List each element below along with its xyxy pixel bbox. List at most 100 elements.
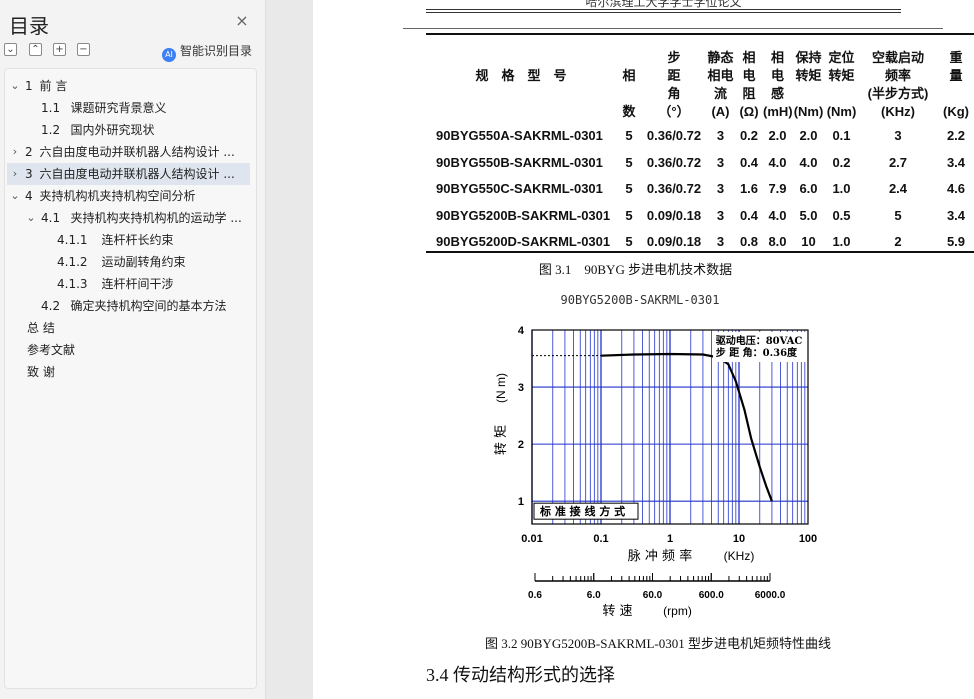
- toc-item[interactable]: 总 结: [7, 317, 250, 339]
- smart-toc-button[interactable]: AI 智能识别目录: [162, 42, 252, 62]
- table-cell: 4.0: [768, 154, 787, 170]
- header-rule: [426, 12, 901, 13]
- table-row: 90BYG550B-SAKRML-0301 5 0.36/0.72 3 0.4 4.0 4.…: [426, 150, 974, 176]
- table-cell: 5.9: [946, 234, 966, 249]
- toc-item-label: 运动副转角约束: [101, 255, 186, 269]
- table-header-cell: 相 电 阻 (Ω): [739, 50, 759, 119]
- table-cell: 4.0: [768, 207, 787, 223]
- expand-up-icon[interactable]: ⌃: [29, 43, 42, 56]
- toc-item[interactable]: 1.1 课题研究背景意义: [7, 97, 250, 119]
- toc-item[interactable]: 参考文献: [7, 339, 250, 361]
- table-cell: 2: [894, 234, 902, 249]
- toc-item[interactable]: 4.2 确定夹持机构空间的基本方法: [7, 295, 250, 317]
- y-axis-label: 转 矩: [494, 425, 509, 455]
- add-heading-icon[interactable]: +: [53, 43, 66, 56]
- table-cell: 1.0: [832, 181, 851, 196]
- table-caption: 图 3.1 90BYG 步进电机技术数据: [538, 262, 733, 277]
- toc-item[interactable]: ⌄ 4 夹持机构机夹持机构空间分析: [7, 185, 250, 207]
- table-cell: 8.0: [768, 234, 787, 249]
- table-cell-model: 90BYG550B-SAKRML-0301: [436, 154, 603, 170]
- header-rule: [403, 28, 943, 29]
- toc-item[interactable]: ⌄ 1 前 言: [7, 75, 250, 97]
- annotation-text: 步 距 角：0.36度: [716, 346, 798, 359]
- table-cell: 5: [625, 234, 633, 249]
- remove-heading-icon[interactable]: −: [77, 43, 90, 56]
- table-cell: 5: [625, 207, 633, 223]
- toc-item-number: 4.1.3: [57, 277, 88, 291]
- rpm-tick-label: 60.0: [643, 590, 663, 601]
- toc-item-label: 连杆杆长约束: [101, 233, 174, 247]
- toc-item-number: 4.1: [41, 211, 61, 225]
- chevron-right-icon[interactable]: ›: [9, 141, 21, 163]
- rpm-tick-label: 600.0: [699, 590, 724, 601]
- table-cell: 0.36/0.72: [646, 128, 702, 143]
- y-tick-label: 1: [518, 496, 524, 508]
- running-header: 哈尔滨理工大学学士学位论文: [585, 0, 742, 9]
- section-heading: 3.4 传动结构形式的选择: [426, 665, 615, 685]
- x-tick-label: 1: [667, 533, 673, 545]
- toc-item-number: 1.1: [41, 101, 61, 115]
- table-cell: 0.4: [739, 154, 759, 170]
- table-cell: 3: [716, 181, 725, 196]
- toc-item-number: 4.2: [41, 299, 61, 313]
- toc-item[interactable]: › 3 六自由度电动并联机器人结构设计 ...: [7, 163, 250, 185]
- toc-item[interactable]: 4.1.1 连杆杆长约束: [7, 229, 250, 251]
- torque-curve: [600, 352, 773, 502]
- table-cell: 10: [801, 234, 816, 249]
- x-tick-label: 0.1: [593, 533, 608, 545]
- x-axis-unit: (KHz): [724, 549, 755, 563]
- app-window: 目录 × ⌄ ⌃ + − AI 智能识别目录 ⌄ 1 前 言 1.1 课题研究背景意义 1.…: [0, 0, 974, 699]
- toc-item-label: 确定夹持机构空间的基本方法: [70, 299, 227, 313]
- x-tick-label: 100: [799, 533, 817, 545]
- table-cell: 3: [894, 128, 902, 143]
- table-cell: 0.4: [739, 207, 759, 223]
- table-cell: 5: [625, 181, 633, 196]
- table-header-cell: 定位 转矩 (Nm): [826, 50, 857, 119]
- y-tick-label: 2: [518, 439, 524, 451]
- rpm-tick-label: 0.6: [528, 590, 542, 601]
- x-axis-label: 脉 冲 频 率: [628, 548, 692, 564]
- sidebar-title: 目录: [9, 14, 49, 38]
- chevron-down-icon[interactable]: ⌄: [9, 185, 21, 207]
- table-cell: 1.0: [832, 234, 851, 249]
- toc-item-number: 3: [25, 167, 33, 181]
- table-header-cell: 空载启动 频率 (半步方式) (KHz): [867, 50, 929, 119]
- table-cell: 2.2: [946, 128, 966, 143]
- toc-item[interactable]: 致 谢: [7, 361, 250, 383]
- toc-list: ⌄ 1 前 言 1.1 课题研究背景意义 1.2 国内外研究现状 › 2 六自由度电动并联机器人结…: [4, 68, 257, 689]
- table-cell: 2.4: [888, 181, 908, 196]
- table-row: 90BYG550A-SAKRML-0301 5 0.36/0.72 3 0.2 2.0 2.…: [426, 123, 974, 149]
- table-cell: 5: [625, 154, 633, 170]
- toc-item-label: 国内外研究现状: [70, 123, 155, 137]
- toc-item[interactable]: 4.1.3 连杆杆间干涉: [7, 273, 250, 295]
- toc-item-label: 连杆杆间干涉: [101, 277, 174, 291]
- table-cell: 0.36/0.72: [646, 154, 702, 170]
- close-icon[interactable]: ×: [233, 12, 251, 30]
- annotation-text: 驱动电压：80VAC: [716, 334, 803, 347]
- table-header-cell: 重 量 (Kg): [943, 50, 969, 119]
- table-cell: 0.1: [832, 128, 851, 143]
- chevron-down-icon[interactable]: ⌄: [9, 75, 21, 97]
- header-rule: [426, 9, 901, 10]
- toc-item-label: 六自由度电动并联机器人结构设计 ...: [39, 145, 235, 159]
- rpm-tick-label: 6000.0: [755, 590, 786, 601]
- toc-item[interactable]: 1.2 国内外研究现状: [7, 119, 250, 141]
- legend-text: 标 准 接 线 方 式: [539, 504, 625, 518]
- chevron-right-icon[interactable]: ›: [9, 163, 21, 185]
- rpm-axis-unit: (rpm): [663, 604, 692, 618]
- x-tick-label: 0.01: [521, 533, 542, 545]
- table-cell: 7.9: [768, 181, 787, 196]
- chevron-down-icon[interactable]: ⌄: [25, 207, 37, 229]
- toc-item-number: 2: [25, 145, 33, 159]
- table-cell: 0.36/0.72: [646, 181, 702, 196]
- toc-item[interactable]: 4.1.2 运动副转角约束: [7, 251, 250, 273]
- collapse-all-icon[interactable]: ⌄: [4, 43, 17, 56]
- table-cell-model: 90BYG5200D-SAKRML-0301: [436, 234, 611, 249]
- figure-caption: 图 3.2 90BYG5200B-SAKRML-0301 型步进电机矩频特性曲线: [485, 636, 831, 651]
- toc-item[interactable]: ⌄ 4.1 夹持机构夹持机构机的运动学 ...: [7, 207, 250, 229]
- table-row: 90BYG550C-SAKRML-0301 5 0.36/0.72 3 1.6 7.9 6.…: [426, 176, 974, 202]
- table-cell: 4.0: [799, 154, 818, 170]
- toc-item[interactable]: › 2 六自由度电动并联机器人结构设计 ...: [7, 141, 250, 163]
- table-cell: 0.09/0.18: [646, 234, 702, 249]
- toc-item-number: 4: [25, 189, 33, 203]
